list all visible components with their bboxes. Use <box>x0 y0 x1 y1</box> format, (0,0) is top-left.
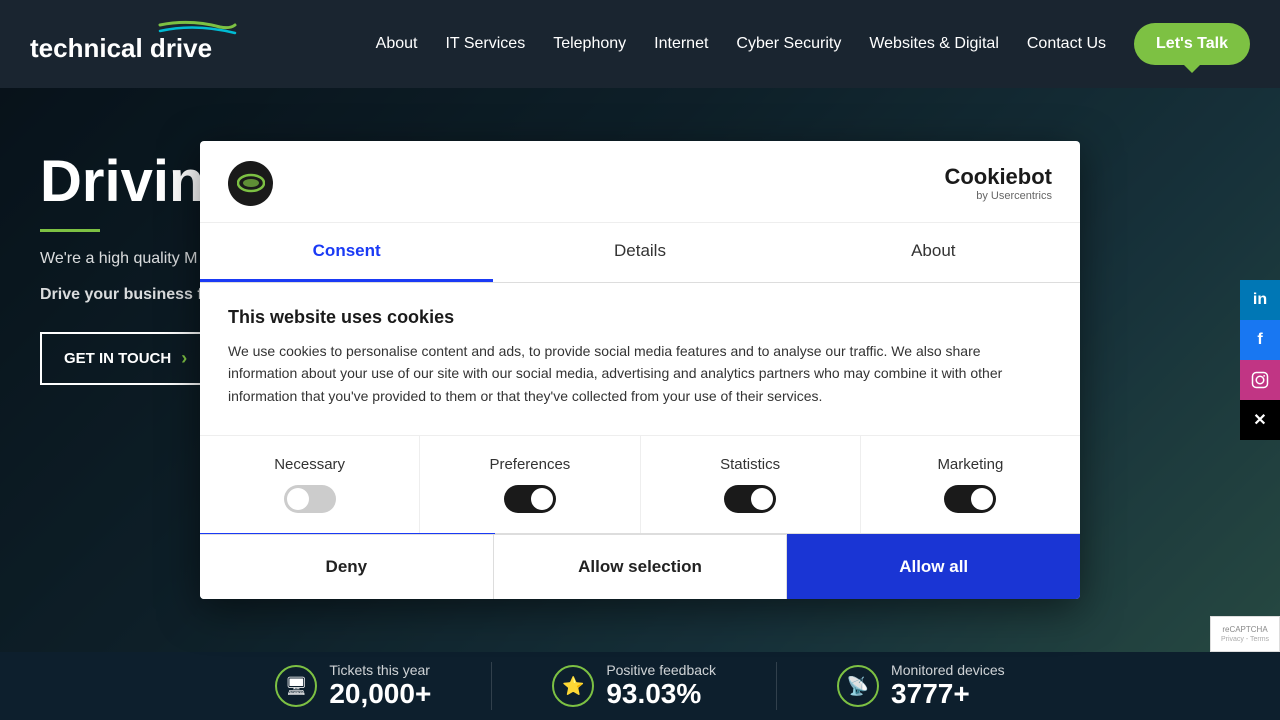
category-preferences: Preferences <box>420 436 640 533</box>
marketing-toggle[interactable] <box>944 485 996 513</box>
cookie-modal: Cookiebot by Usercentrics Consent Detail… <box>200 141 1080 599</box>
cookie-description: We use cookies to personalise content an… <box>228 340 1052 407</box>
category-statistics: Statistics <box>641 436 861 533</box>
deny-button[interactable]: Deny <box>200 534 494 599</box>
marketing-label: Marketing <box>937 456 1003 473</box>
statistics-toggle[interactable] <box>724 485 776 513</box>
preferences-label: Preferences <box>489 456 570 473</box>
cookie-categories: Necessary Preferences Statistics Marketi… <box>200 435 1080 533</box>
footer-buttons: Deny Allow selection Allow all <box>200 534 1080 599</box>
preferences-toggle[interactable] <box>504 485 556 513</box>
cookiebot-logo: Cookiebot by Usercentrics <box>944 164 1052 202</box>
statistics-toggle-thumb <box>751 488 773 510</box>
necessary-toggle-thumb <box>287 488 309 510</box>
tab-about[interactable]: About <box>787 223 1080 282</box>
allow-selection-button[interactable]: Allow selection <box>494 534 788 599</box>
cookiebot-brand: Cookiebot <box>944 164 1052 190</box>
allow-all-button[interactable]: Allow all <box>787 534 1080 599</box>
cookiebot-sub: by Usercentrics <box>976 190 1052 202</box>
category-marketing: Marketing <box>861 436 1080 533</box>
modal-footer: Deny Allow selection Allow all <box>200 533 1080 599</box>
cookie-tabs: Consent Details About <box>200 223 1080 283</box>
necessary-label: Necessary <box>274 456 345 473</box>
statistics-label: Statistics <box>720 456 780 473</box>
category-necessary: Necessary <box>200 436 420 533</box>
marketing-toggle-thumb <box>971 488 993 510</box>
site-logo-icon <box>228 161 273 206</box>
modal-header: Cookiebot by Usercentrics <box>200 141 1080 223</box>
necessary-toggle[interactable] <box>284 485 336 513</box>
tab-details[interactable]: Details <box>493 223 786 282</box>
tab-consent[interactable]: Consent <box>200 223 493 282</box>
preferences-toggle-thumb <box>531 488 553 510</box>
modal-body: This website uses cookies We use cookies… <box>200 283 1080 431</box>
cookie-title: This website uses cookies <box>228 307 1052 328</box>
cookie-modal-overlay: Cookiebot by Usercentrics Consent Detail… <box>0 0 1280 720</box>
